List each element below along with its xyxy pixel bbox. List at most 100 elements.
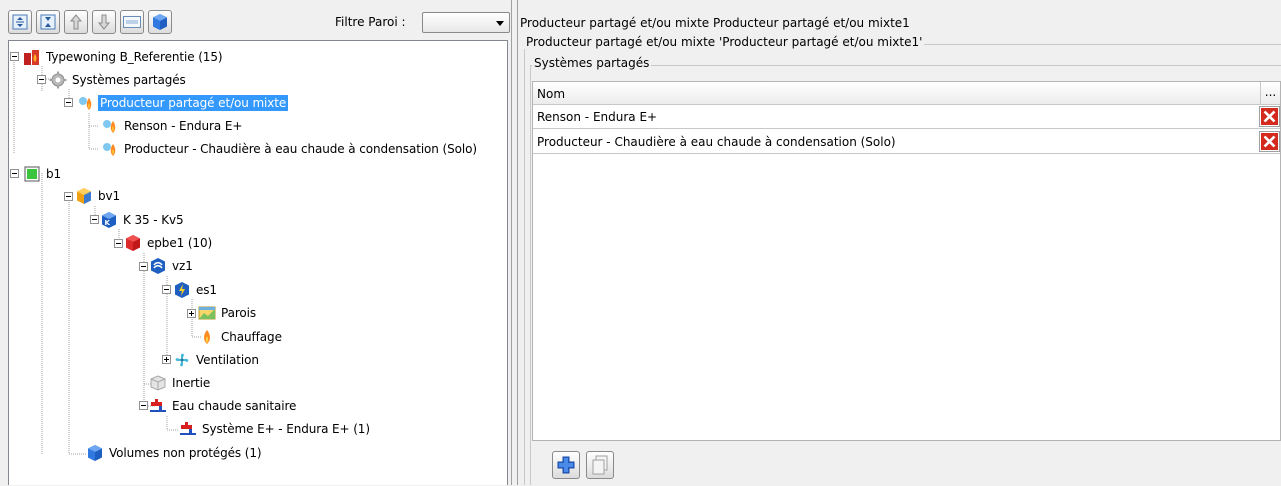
tree-node-volumes-non-proteges[interactable]: Volumes non protégés (1) [86,443,263,463]
cube-icon [153,14,167,30]
panel-title: Producteur partagé et/ou mixte Producteu… [520,16,910,30]
tree-node-label: Système E+ - Endura E+ (1) [202,422,370,436]
expander-minus[interactable] [90,215,99,224]
yellow-cube-icon [77,188,91,204]
tree-node-label: Typewoning B_Referentie (15) [46,50,223,64]
column-header-nom[interactable]: Nom [537,87,565,101]
tree-node-chauffage[interactable]: Chauffage [198,327,284,347]
chevron-down-icon [496,21,504,26]
flame-icon [204,330,210,344]
expander-minus[interactable] [64,98,73,107]
delete-row-button[interactable] [1259,106,1280,127]
tree-node-inertie[interactable]: Inertie [149,373,212,393]
fan-icon [175,353,189,367]
tree-node-parois[interactable]: Parois [198,303,258,323]
tree-node-epbe1[interactable]: epbe1 (10) [124,233,214,253]
tree-node-producteur-partage[interactable]: Producteur partagé et/ou mixte [77,93,289,113]
tree-node-label: K 35 - Kv5 [123,213,184,227]
tree-node-label: bv1 [98,189,121,203]
expander-minus[interactable] [139,401,148,410]
shared-producer-icon [103,143,116,156]
copy-system-button[interactable] [586,451,614,479]
grid-actions-bar [532,441,1281,485]
shared-systems-grid: Nom ... Renson - Endura E+ Producteur - … [532,81,1281,441]
tree-node-root[interactable]: Typewoning B_Referentie (15) [23,47,224,67]
tree-node-eau-chaude-sanitaire[interactable]: Eau chaude sanitaire [149,396,298,416]
cube-button[interactable] [148,10,172,34]
expander-minus[interactable] [162,285,171,294]
right-pane: Producteur partagé et/ou mixte Producteu… [518,0,1281,485]
expander-minus[interactable] [114,239,123,248]
tree-node-label: Volumes non protégés (1) [109,446,262,460]
grid-header: Nom ... [533,82,1280,105]
ventilation-zone-icon [151,258,165,274]
tree-node-systeme-endura[interactable]: Système E+ - Endura E+ (1) [179,419,372,439]
move-up-button[interactable] [64,10,88,34]
tree-node-label: Systèmes partagés [72,73,186,87]
column-options-button[interactable]: ... [1260,82,1280,104]
move-down-icon [97,14,111,30]
plus-icon [557,456,575,474]
shared-producer-icon [103,120,116,133]
shared-systems-group-label: Systèmes partagés [532,56,652,70]
faucet-icon [180,422,196,435]
left-pane: Filtre Paroi : Typewoning B_Referentie (… [0,0,511,485]
table-row[interactable]: Renson - Endura E+ [533,105,1280,129]
rename-button[interactable] [120,10,144,34]
expander-plus[interactable] [162,355,171,364]
expander-minus[interactable] [64,192,73,201]
expander-minus[interactable] [10,169,19,178]
move-up-icon [69,14,83,30]
inertia-icon [150,375,166,391]
tree-node-label: Eau chaude sanitaire [172,399,297,413]
delete-icon [1261,108,1278,125]
expander-plus[interactable] [187,309,196,318]
add-system-button[interactable] [552,451,580,479]
tree-node-renson-endura[interactable]: Renson - Endura E+ [101,116,244,136]
expander-minus[interactable] [37,75,46,84]
tree-node-producteur-chaudiere[interactable]: Producteur - Chaudière à eau chaude à co… [101,139,479,159]
green-cube-icon [24,166,40,182]
copy-icon [592,455,608,475]
row-name-cell: Renson - Endura E+ [537,110,658,124]
tree-node-k35[interactable]: K K 35 - Kv5 [100,210,186,230]
tree-node-label: vz1 [172,259,193,273]
project-tree[interactable]: Typewoning B_Referentie (15) Systèmes pa… [8,40,508,485]
tree-node-vz1[interactable]: vz1 [149,256,195,276]
filter-paroi-select[interactable] [422,12,510,33]
expand-all-icon [12,14,28,30]
tree-node-label: Inertie [172,376,211,390]
tree-node-label: es1 [196,283,217,297]
filter-paroi-label: Filtre Paroi : [335,15,406,29]
k-cube-icon: K [102,212,116,228]
expand-all-button[interactable] [8,10,32,34]
pane-splitter[interactable] [511,0,518,485]
delete-icon [1261,133,1278,150]
wall-icon [198,306,216,320]
tree-node-label: epbe1 (10) [147,236,213,250]
move-down-button[interactable] [92,10,116,34]
energy-sector-icon [175,282,189,298]
expander-minus[interactable] [139,262,148,271]
svg-text:K: K [105,219,111,227]
tree-node-label: b1 [46,167,62,181]
gear-icon [49,71,67,89]
tree-node-systemes-partages[interactable]: Systèmes partagés [49,70,188,90]
delete-row-button[interactable] [1259,131,1280,152]
shared-producer-icon [79,97,92,110]
blue-cube-icon [88,445,102,461]
rename-icon [123,16,141,28]
tree-node-bv1[interactable]: bv1 [75,186,122,206]
table-row[interactable]: Producteur - Chaudière à eau chaude à co… [533,130,1280,154]
tree-node-label: Ventilation [196,353,259,367]
expander-minus[interactable] [10,52,19,61]
tree-node-label: Chauffage [221,330,282,344]
tree-node-b1[interactable]: b1 [23,164,63,184]
tree-node-es1[interactable]: es1 [173,280,219,300]
tree-node-label: Parois [221,306,257,320]
faucet-icon [150,399,166,412]
collapse-all-button[interactable] [36,10,60,34]
producer-group-label: Producteur partagé et/ou mixte 'Producte… [524,35,925,49]
collapse-all-icon [40,14,56,30]
tree-node-ventilation[interactable]: Ventilation [173,350,261,370]
